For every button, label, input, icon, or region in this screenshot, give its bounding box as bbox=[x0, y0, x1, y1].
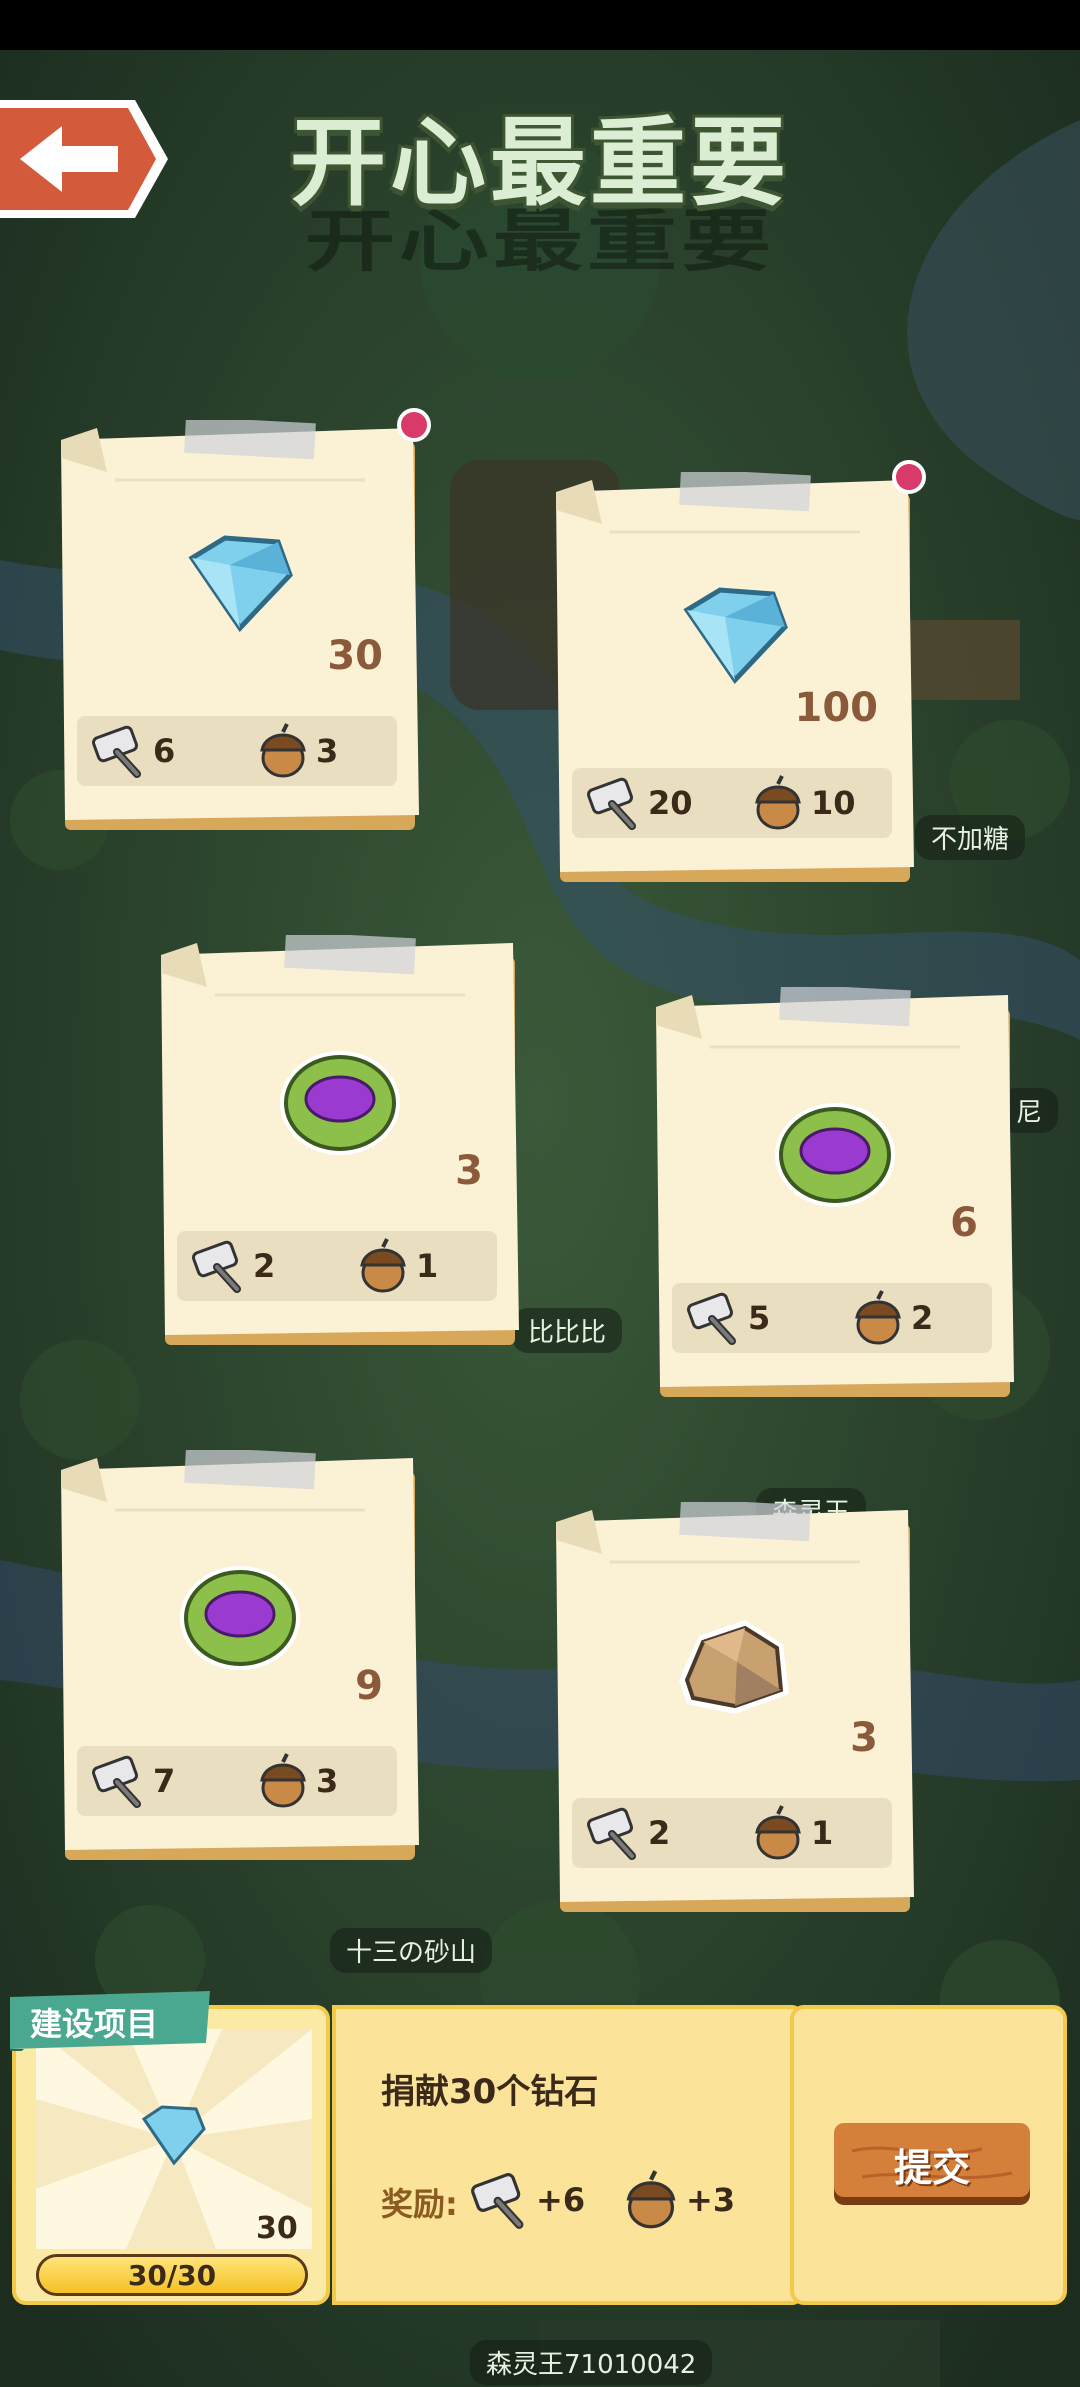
submit-button[interactable]: 提交 bbox=[832, 2121, 1032, 2207]
hammer-cost: 20 bbox=[584, 774, 693, 832]
acorn-icon bbox=[755, 1805, 801, 1860]
hammer-count: 7 bbox=[153, 1762, 176, 1800]
acorn-cost: 3 bbox=[252, 1752, 338, 1810]
progress-text: 30/30 bbox=[127, 2259, 217, 2292]
acorn-icon bbox=[260, 723, 306, 778]
reward-label: 奖励: bbox=[381, 2185, 458, 2223]
cost-bar: 2 1 bbox=[572, 1798, 892, 1868]
acorn-count: 1 bbox=[811, 1814, 834, 1852]
hammer-cost: 7 bbox=[89, 1752, 175, 1810]
acorn-cost: 1 bbox=[747, 1804, 833, 1862]
submit-area: 提交 bbox=[790, 2005, 1067, 2305]
acorn-icon bbox=[626, 2170, 676, 2229]
hammer-icon bbox=[687, 1292, 736, 1345]
map-label-3: 比比比 bbox=[512, 1308, 623, 1353]
cost-bar: 2 1 bbox=[177, 1231, 497, 1301]
project-tag-label: 建设项目 bbox=[30, 2005, 159, 2043]
hammer-icon bbox=[587, 1807, 636, 1860]
acorn-cost: 10 bbox=[747, 774, 856, 832]
hammer-count: 6 bbox=[153, 732, 176, 770]
diamond-icon bbox=[188, 535, 293, 632]
map-label-6: 森灵王71010042 bbox=[470, 2340, 713, 2385]
purple-seed-icon bbox=[180, 1566, 300, 1670]
acorn-count: 3 bbox=[316, 1762, 339, 1800]
required-amount: 3 bbox=[455, 1148, 483, 1194]
notification-dot bbox=[397, 408, 431, 442]
required-amount: 6 bbox=[950, 1200, 978, 1246]
donation-card-diamond-30[interactable]: 30 6 3 bbox=[55, 408, 431, 830]
task-description: 捐献30个钻石 bbox=[381, 2072, 599, 2112]
reward-hammer: +6 bbox=[466, 2169, 585, 2231]
hammer-count: 5 bbox=[748, 1299, 771, 1337]
hammer-icon bbox=[92, 725, 141, 778]
purple-seed-icon bbox=[775, 1103, 895, 1207]
stone-icon bbox=[679, 1620, 789, 1714]
hammer-cost: 5 bbox=[684, 1289, 770, 1347]
acorn-icon bbox=[855, 1290, 901, 1345]
reward-acorn: +3 bbox=[616, 2169, 735, 2231]
acorn-icon bbox=[755, 775, 801, 830]
cost-bar: 5 2 bbox=[672, 1283, 992, 1353]
map-label-5: 十三の砂山 bbox=[330, 1928, 493, 1973]
donation-card-stone-3[interactable]: 3 2 1 bbox=[550, 1502, 920, 1912]
cost-bar: 20 10 bbox=[572, 768, 892, 838]
diamond-icon bbox=[683, 587, 788, 684]
acorn-count: 2 bbox=[911, 1299, 934, 1337]
hammer-cost: 2 bbox=[584, 1804, 670, 1862]
hammer-icon bbox=[192, 1240, 241, 1293]
required-amount: 30 bbox=[327, 633, 383, 679]
purple-seed-icon bbox=[280, 1051, 400, 1155]
page-title: 开心最重要 bbox=[290, 107, 790, 219]
hammer-icon bbox=[587, 777, 636, 830]
reward-hammer-count: +6 bbox=[536, 2181, 586, 2219]
cost-bar: 6 3 bbox=[77, 716, 397, 786]
acorn-count: 3 bbox=[316, 732, 339, 770]
acorn-count: 10 bbox=[811, 784, 856, 822]
required-amount: 100 bbox=[794, 685, 879, 731]
required-amount: 9 bbox=[355, 1663, 383, 1709]
preview-amount: 30 bbox=[256, 2211, 298, 2246]
donation-card-seed-3[interactable]: 3 2 1 bbox=[155, 935, 525, 1345]
construction-project-panel: 30 30/30 建设项目 捐献30个钻石 奖励: +6 +3 提交 bbox=[10, 1991, 1067, 2305]
hammer-icon bbox=[471, 2173, 524, 2229]
acorn-cost: 1 bbox=[352, 1237, 438, 1295]
required-amount: 3 bbox=[850, 1715, 878, 1761]
acorn-cost: 3 bbox=[252, 722, 338, 780]
hammer-count: 2 bbox=[253, 1247, 276, 1285]
donation-card-seed-9[interactable]: 9 7 3 bbox=[55, 1450, 425, 1860]
project-preview: 30 bbox=[36, 2029, 312, 2249]
hammer-cost: 6 bbox=[89, 722, 175, 780]
cost-bar: 7 3 bbox=[77, 1746, 397, 1816]
donation-progress-bar: 30/30 bbox=[36, 2254, 308, 2296]
hammer-count: 2 bbox=[648, 1814, 671, 1852]
donation-card-diamond-100[interactable]: 100 20 10 bbox=[550, 460, 926, 882]
hammer-cost: 2 bbox=[189, 1237, 275, 1295]
map-label-1: 不加糖 bbox=[915, 815, 1026, 860]
hammer-icon bbox=[92, 1755, 141, 1808]
acorn-count: 1 bbox=[416, 1247, 439, 1285]
notification-dot bbox=[892, 460, 926, 494]
donation-card-seed-6[interactable]: 6 5 2 bbox=[650, 987, 1020, 1397]
acorn-icon bbox=[360, 1238, 406, 1293]
acorn-cost: 2 bbox=[847, 1289, 933, 1347]
project-info: 捐献30个钻石 奖励: +6 +3 bbox=[332, 2005, 802, 2305]
status-bar bbox=[0, 0, 1080, 50]
reward-acorn-count: +3 bbox=[686, 2181, 736, 2219]
submit-label: 提交 bbox=[893, 2146, 970, 2190]
acorn-icon bbox=[260, 1753, 306, 1808]
hammer-count: 20 bbox=[648, 784, 693, 822]
